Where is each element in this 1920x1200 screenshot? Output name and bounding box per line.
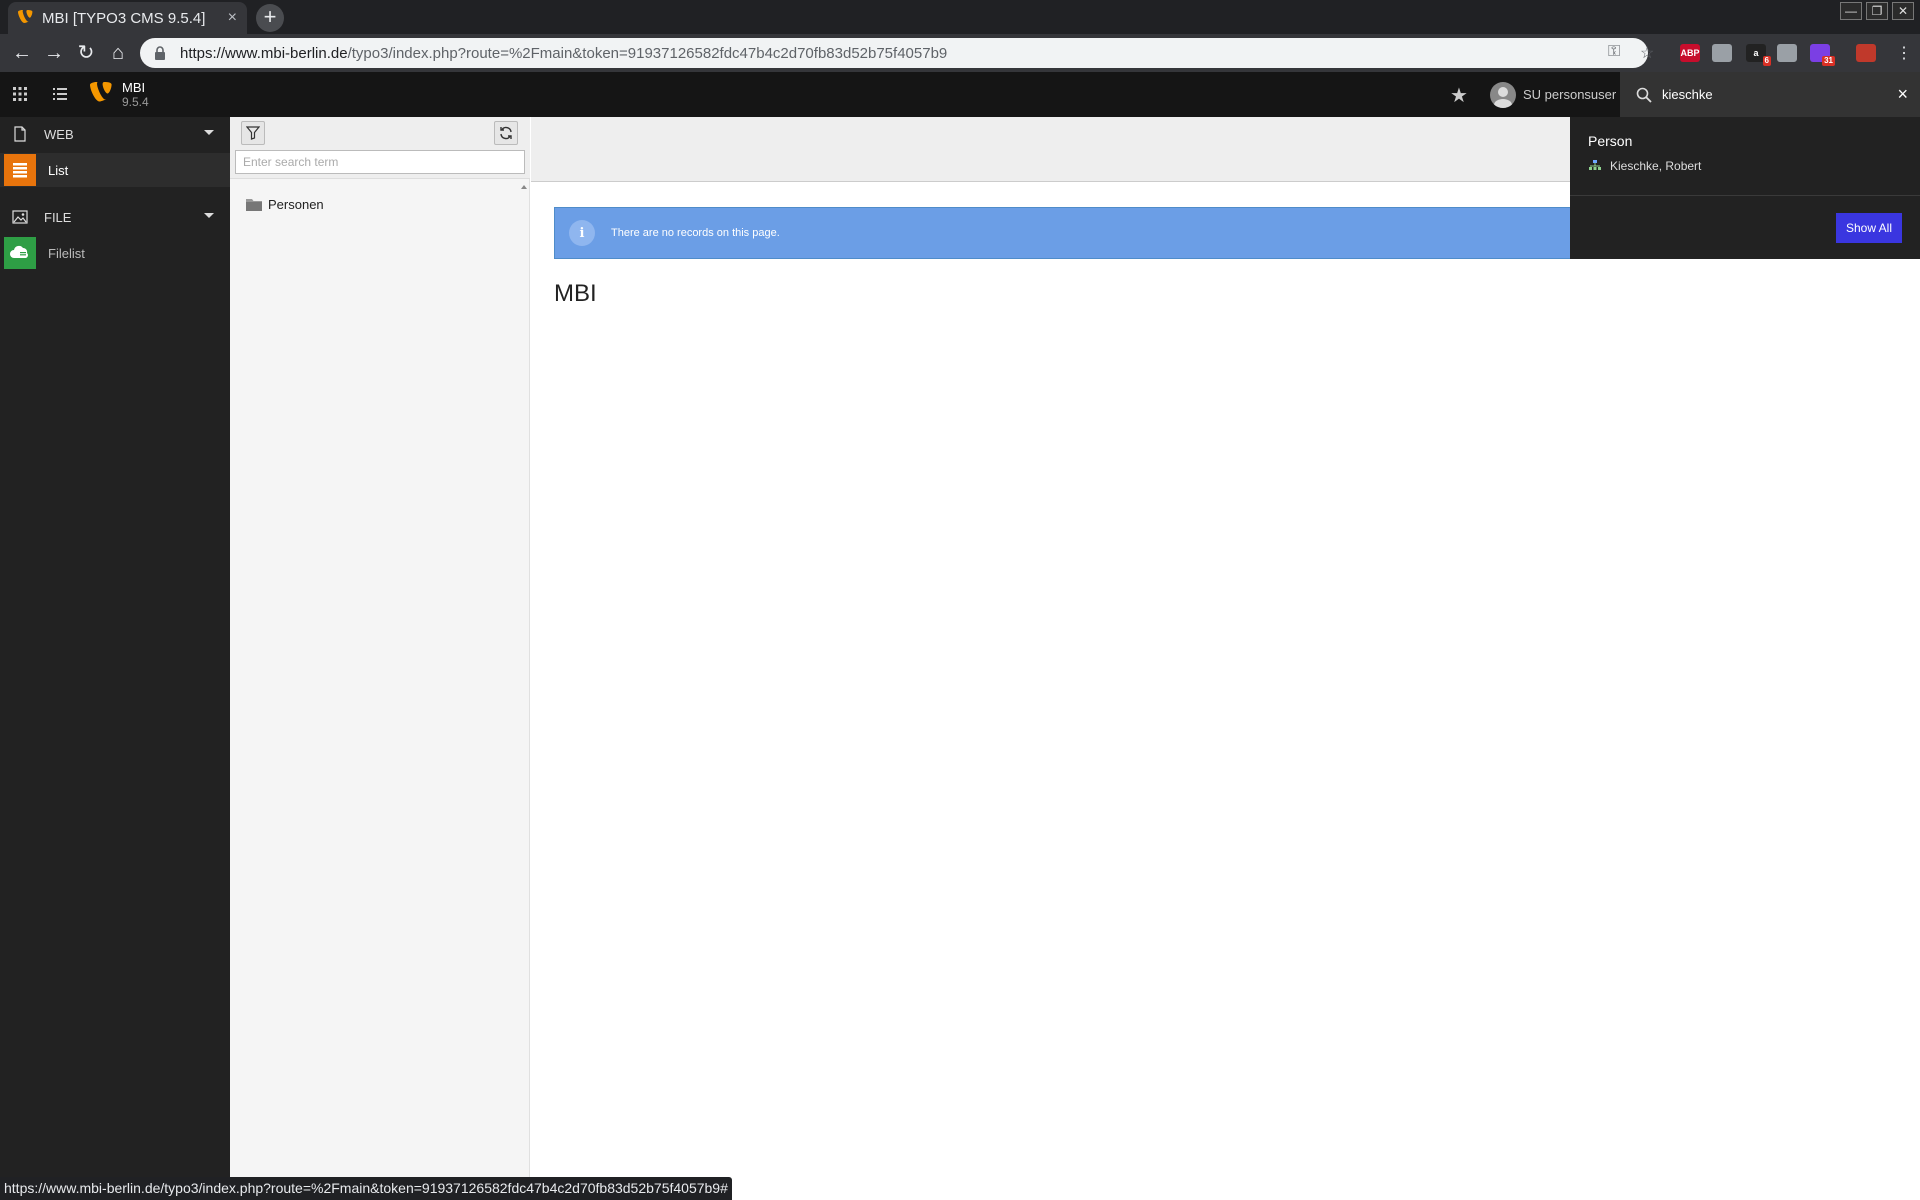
page-tree-toggle-icon[interactable] [50, 84, 70, 104]
chevron-down-icon[interactable] [204, 130, 214, 135]
module-filelist[interactable]: Filelist [0, 236, 230, 270]
browser-tab[interactable]: MBI [TYPO3 CMS 9.5.4] × [8, 2, 247, 34]
home-icon[interactable]: ⌂ [106, 41, 130, 65]
extension-icon[interactable]: ABP [1680, 44, 1700, 62]
module-label: List [48, 162, 69, 178]
url-path: /typo3/index.php?route=%2Fmain&token=919… [347, 44, 948, 62]
search-result-item[interactable]: Kieschke, Robert [1588, 159, 1701, 173]
extension-badge: 6 [1762, 56, 1771, 66]
search-result-label: Kieschke, Robert [1610, 159, 1702, 173]
live-search[interactable]: kieschke × [1620, 72, 1920, 117]
filter-button[interactable] [241, 121, 265, 145]
info-icon: i [569, 220, 595, 246]
page-tree: Personen [230, 117, 530, 1177]
divider [1570, 195, 1920, 196]
refresh-icon [500, 126, 512, 140]
tree-node-label: Personen [268, 197, 324, 212]
image-icon [12, 210, 28, 224]
list-module-icon [4, 154, 36, 186]
site-name: MBI [122, 80, 146, 95]
browser-tab-bar: MBI [TYPO3 CMS 9.5.4] × + — ❐ ✕ [0, 0, 1920, 34]
extension-icon[interactable]: a6 [1746, 44, 1771, 66]
typo3-version: 9.5.4 [122, 95, 149, 109]
page-title: MBI [554, 280, 597, 307]
extension-icon[interactable] [1777, 44, 1797, 62]
url-host: https://www.mbi-berlin.de [180, 44, 348, 62]
module-label: Filelist [48, 245, 85, 261]
forward-icon[interactable]: → [42, 41, 66, 65]
scroll-up-icon[interactable] [521, 185, 527, 189]
search-icon [1636, 87, 1652, 103]
person-record-icon [1589, 160, 1601, 170]
apps-grid-icon[interactable] [10, 84, 30, 104]
address-bar[interactable]: https://www.mbi-berlin.de /typo3/index.p… [140, 38, 1648, 68]
filter-icon [246, 126, 260, 140]
username[interactable]: SU personsuser [1523, 87, 1616, 102]
clear-search-icon[interactable]: × [1897, 84, 1908, 105]
tab-title: MBI [TYPO3 CMS 9.5.4] [42, 9, 206, 27]
search-input[interactable]: kieschke [1662, 87, 1897, 102]
extension-label: a [1753, 48, 1759, 58]
result-type-heading: Person [1588, 133, 1633, 149]
bookmarks-star-icon[interactable]: ★ [1450, 83, 1468, 108]
filelist-module-icon [4, 237, 36, 269]
reload-icon[interactable]: ↻ [74, 41, 98, 65]
user-avatar-icon [1494, 87, 1512, 108]
typo3-favicon-icon [18, 10, 33, 23]
module-group-label: FILE [44, 209, 72, 225]
extension-icon[interactable]: 31 [1810, 44, 1835, 66]
module-menu: WEB List FILE Filelist [0, 117, 230, 1177]
minimize-icon[interactable]: — [1840, 2, 1862, 20]
page-tree-toolbar [230, 117, 530, 179]
chevron-down-icon[interactable] [204, 213, 214, 218]
tree-search-input[interactable] [235, 150, 525, 174]
lock-icon [155, 46, 165, 60]
extension-label: ABP [1680, 48, 1700, 58]
info-message: There are no records on this page. [611, 227, 780, 239]
module-group-label: WEB [44, 126, 74, 142]
key-icon[interactable]: ⚿ [1608, 43, 1620, 61]
extension-badge: 31 [1822, 56, 1835, 66]
extension-icon[interactable] [1712, 44, 1732, 62]
module-group-web[interactable]: WEB [0, 117, 230, 151]
typo3-logo-icon[interactable] [90, 82, 114, 106]
module-group-file[interactable]: FILE [0, 200, 230, 234]
search-results-dropdown: Person Kieschke, Robert Show All [1570, 117, 1920, 259]
browser-menu-icon[interactable]: ⋮ [1896, 43, 1912, 63]
avatar[interactable] [1490, 82, 1516, 108]
refresh-tree-button[interactable] [494, 121, 518, 145]
new-tab-button[interactable]: + [256, 4, 284, 32]
tab-close-icon[interactable]: × [228, 9, 237, 27]
bookmark-star-icon[interactable]: ☆ [1640, 43, 1654, 63]
restore-icon[interactable]: ❐ [1866, 2, 1888, 20]
back-icon[interactable]: ← [10, 41, 34, 65]
typo3-topbar: MBI 9.5.4 ★ SU personsuser kieschke × [0, 72, 1920, 117]
show-all-button[interactable]: Show All [1835, 213, 1902, 243]
browser-toolbar: ← → ↻ ⌂ https://www.mbi-berlin.de /typo3… [0, 34, 1920, 72]
folder-icon [246, 199, 262, 211]
status-url: https://www.mbi-berlin.de/typo3/index.ph… [0, 1177, 732, 1200]
page-icon [14, 126, 26, 142]
module-list[interactable]: List [0, 153, 230, 187]
extension-icon[interactable] [1856, 44, 1876, 62]
window-close-icon[interactable]: ✕ [1892, 2, 1914, 20]
tree-node-personen[interactable]: Personen [246, 197, 324, 212]
